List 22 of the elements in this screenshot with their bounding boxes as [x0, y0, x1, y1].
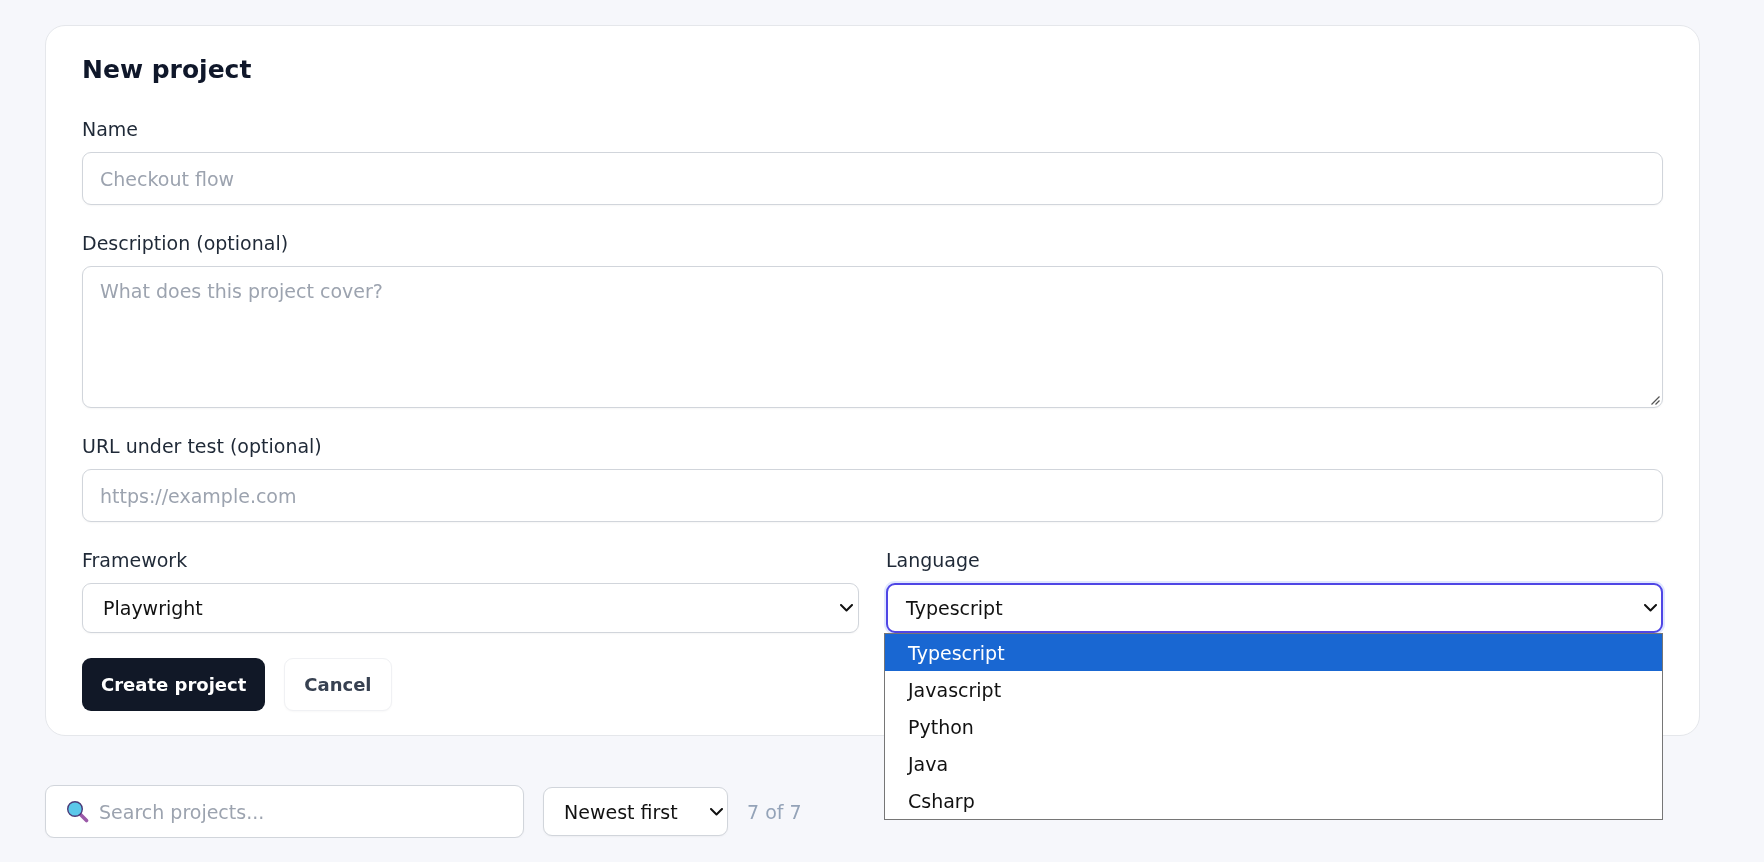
create-button[interactable]: Create project — [82, 658, 266, 711]
resize-grip-icon[interactable] — [1651, 396, 1660, 405]
field-label: Framework — [82, 549, 188, 571]
sort-select[interactable]: Newest first — [543, 787, 728, 836]
input-field[interactable]: https://example.com — [82, 469, 1663, 522]
textarea-field[interactable]: What does this project cover? — [82, 266, 1663, 408]
chevron-down-icon — [1644, 604, 1657, 612]
form-title: New project — [82, 55, 252, 85]
select-dropdown[interactable]: Playwright — [82, 583, 859, 633]
field-label: Name — [82, 118, 139, 140]
chevron-down-icon — [710, 807, 723, 816]
search-icon — [66, 800, 89, 823]
field-label: Description (optional) — [82, 232, 289, 254]
chevron-down-icon — [840, 604, 853, 612]
select-dropdown[interactable]: Typescript — [886, 583, 1663, 633]
cancel-button[interactable]: Cancel — [284, 658, 392, 711]
search-field[interactable]: Search projects... — [45, 785, 524, 838]
input-field[interactable]: Checkout flow — [82, 152, 1663, 205]
field-label: URL under test (optional) — [82, 435, 322, 457]
field-label: Language — [886, 549, 980, 571]
result-count: 7 of 7 — [747, 800, 802, 823]
dropdown-option[interactable]: Typescript — [885, 634, 1662, 671]
